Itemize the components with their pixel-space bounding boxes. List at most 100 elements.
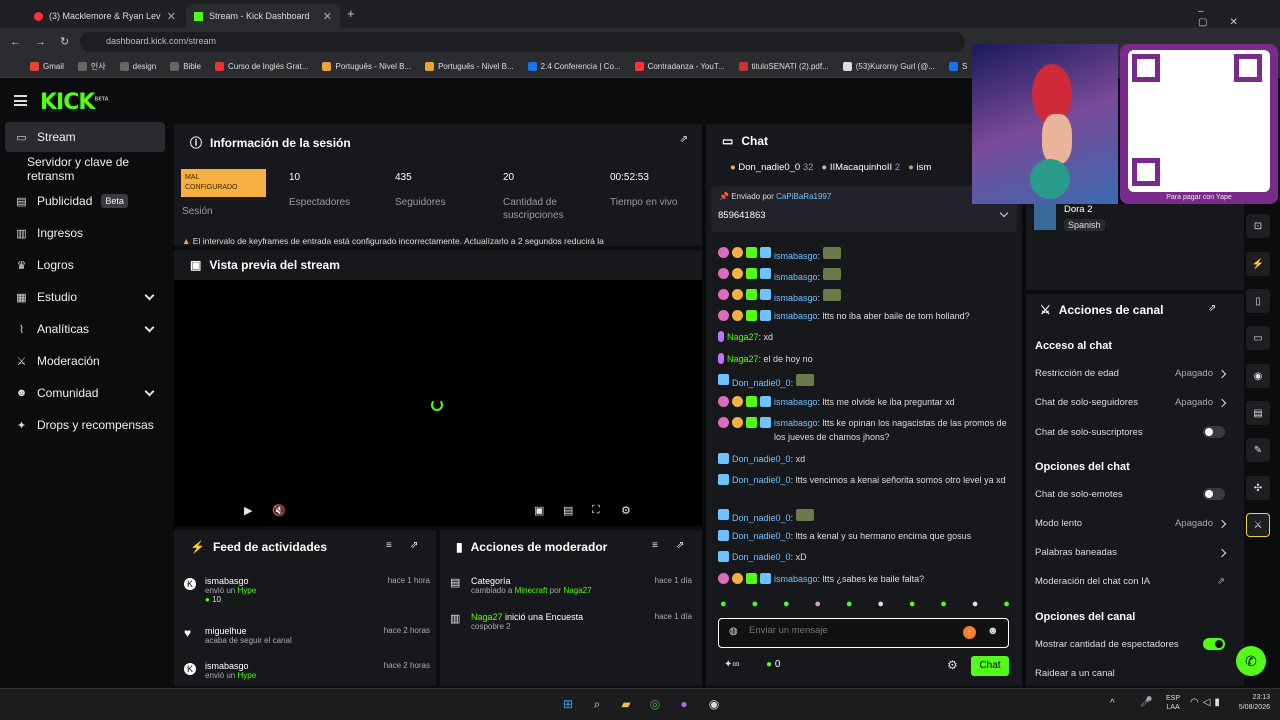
chat-username[interactable]: Don_nadie0_0 xyxy=(732,378,791,388)
chat-username[interactable]: ismabasgo xyxy=(774,293,818,303)
sidebar-item-estudio[interactable]: ▦ Estudio xyxy=(5,282,165,312)
obs-studio-icon[interactable]: ◉ xyxy=(704,694,724,714)
sidebar-item-comunidad[interactable]: ☻ Comunidad xyxy=(5,378,165,408)
settings-icon[interactable]: ⚙ xyxy=(621,504,631,517)
sidebar-item-drops[interactable]: ✦ Drops y recompensas xyxy=(5,410,165,440)
emote-icon[interactable]: ● xyxy=(814,598,821,610)
clock[interactable]: 23:13 5/08/2026 xyxy=(1228,693,1270,713)
banned-words-row[interactable]: Palabras baneadas xyxy=(1035,547,1227,558)
filter-icon[interactable]: ≡ xyxy=(386,540,392,551)
rail-list-icon[interactable]: ▤ xyxy=(1246,401,1270,425)
bookmark-item[interactable]: (53)Kurorny Gurl (@... xyxy=(842,62,935,71)
rail-wrench-icon[interactable]: ✎ xyxy=(1246,438,1270,462)
rail-crop-icon[interactable]: ⊡ xyxy=(1246,214,1270,238)
bookmark-item[interactable]: 2.4 Conferencia | Co... xyxy=(527,62,621,71)
emote-icon[interactable]: ● xyxy=(1003,598,1010,610)
sidebar-item-publicidad[interactable]: ▤ Publicidad Beta xyxy=(5,186,165,216)
menu-icon[interactable] xyxy=(14,95,27,106)
sidebar-item-logros[interactable]: ♛ Logros xyxy=(5,250,165,280)
whatsapp-fab-icon[interactable]: ✆ xyxy=(1236,646,1266,676)
chrome-icon[interactable]: ◎ xyxy=(645,694,665,714)
windows-start-icon[interactable]: ⊞ xyxy=(558,694,578,714)
tray-icons[interactable]: ◠◁▮ xyxy=(1190,697,1224,708)
bookmark-item[interactable]: Contradanza - YouT... xyxy=(634,62,725,71)
search-icon[interactable]: ⌕ xyxy=(587,694,607,714)
chat-username[interactable]: Don_nadie0_0 xyxy=(732,531,791,541)
tab-kick-dashboard[interactable]: Stream - Kick Dashboard ✕ xyxy=(186,4,340,28)
chat-username[interactable]: Don_nadie0_0 xyxy=(732,513,791,523)
mute-icon[interactable]: 🔇 xyxy=(272,504,286,517)
kick-logo[interactable]: KICKBETA xyxy=(40,90,109,115)
sidebar-item-server-key[interactable]: Servidor y clave de retransm xyxy=(5,154,165,184)
rail-broadcast-icon[interactable]: ◉ xyxy=(1246,364,1270,388)
emote-icon[interactable]: ● xyxy=(940,598,947,610)
sidebar-item-ingresos[interactable]: ▥ Ingresos xyxy=(5,218,165,248)
chevron-down-icon[interactable] xyxy=(999,208,1009,218)
chat-username[interactable]: Naga27 xyxy=(727,354,759,364)
emote-icon[interactable]: ● xyxy=(846,598,853,610)
obs-app-icon[interactable]: ● xyxy=(674,694,694,714)
tray-chevron-icon[interactable]: ^ xyxy=(1110,698,1115,709)
emote-icon[interactable]: ● xyxy=(972,598,979,610)
slow-mode-row[interactable]: Modo lento Apagado xyxy=(1035,518,1227,529)
bookmark-item[interactable]: Curso de Inglés Grat... xyxy=(215,62,308,71)
emotes-only-toggle[interactable] xyxy=(1203,488,1225,500)
file-explorer-icon[interactable]: ▰ xyxy=(616,694,636,714)
emoji-icon[interactable]: ☻ xyxy=(987,625,999,637)
followers-only-row[interactable]: Chat de solo-seguidores Apagado xyxy=(1035,397,1227,408)
filter-icon[interactable]: ≡ xyxy=(652,540,658,551)
boost-icon[interactable]: ↑ xyxy=(963,626,976,639)
age-restriction-row[interactable]: Restricción de edad Apagado xyxy=(1035,368,1227,379)
nav-buttons[interactable]: ←→↻ xyxy=(10,35,83,48)
show-viewers-toggle[interactable] xyxy=(1203,638,1225,650)
raid-row[interactable]: Raidear a un canal xyxy=(1035,668,1225,679)
rail-puzzle-icon[interactable]: ✣ xyxy=(1246,476,1270,500)
bookmark-item[interactable]: Português - Nivel B... xyxy=(425,62,514,71)
mic-icon[interactable]: 🎤 xyxy=(1140,697,1152,708)
emote-icon[interactable]: ● xyxy=(877,598,884,610)
pip-icon[interactable]: ▣ xyxy=(534,504,544,517)
bookmark-item[interactable]: Bible xyxy=(170,62,201,71)
emote-icon[interactable]: ● xyxy=(783,598,790,610)
chat-username[interactable]: ismabasgo xyxy=(774,251,818,261)
popout-icon[interactable]: ⇗ xyxy=(410,540,418,551)
sidebar-item-analiticas[interactable]: ⌇ Analíticas xyxy=(5,314,165,344)
rail-doc-icon[interactable]: ▯ xyxy=(1246,289,1270,313)
language-indicator[interactable]: ESP LAA xyxy=(1166,694,1180,712)
close-icon[interactable]: ✕ xyxy=(167,10,176,23)
settings-icon[interactable]: ⚙ xyxy=(947,658,958,672)
tab-youtube[interactable]: (3) Macklemore & Ryan Lev ✕ xyxy=(26,4,184,28)
chat-username[interactable]: Don_nadie0_0 xyxy=(732,475,791,485)
bookmark-item[interactable]: tituloSENATI (2).pdf... xyxy=(738,62,829,71)
bookmark-item[interactable]: S xyxy=(949,62,967,71)
emote-icon[interactable]: ● xyxy=(909,598,916,610)
chat-settings-icon[interactable]: ✦∞ xyxy=(724,659,740,670)
rail-chat-icon[interactable]: ▭ xyxy=(1246,326,1270,350)
subs-only-toggle[interactable] xyxy=(1203,426,1225,438)
theater-icon[interactable]: ▤ xyxy=(563,504,573,517)
bookmark-item[interactable]: design xyxy=(119,62,156,71)
rail-bolt-icon[interactable]: ⚡ xyxy=(1246,252,1270,276)
popout-icon[interactable]: ⇗ xyxy=(1208,303,1216,314)
ai-moderation-row[interactable]: Moderación del chat con IA ⇗ xyxy=(1035,576,1225,587)
chat-username[interactable]: Naga27 xyxy=(727,332,759,342)
rail-sword-icon[interactable]: ⚔ xyxy=(1246,513,1270,537)
chat-username[interactable]: ismabasgo xyxy=(774,272,818,282)
bookmark-item[interactable]: Português - Nivel B... xyxy=(322,62,411,71)
emote-icon[interactable]: ● xyxy=(720,598,727,610)
close-icon[interactable]: ✕ xyxy=(323,10,332,23)
url-input[interactable]: dashboard.kick.com/stream xyxy=(80,32,965,52)
sidebar-item-moderacion[interactable]: ⚔ Moderación xyxy=(5,346,165,376)
bookmark-item[interactable]: 인사 xyxy=(77,61,106,72)
sidebar-item-stream[interactable]: ▭ Stream xyxy=(5,122,165,152)
new-tab-button[interactable]: + xyxy=(347,6,355,21)
send-chat-button[interactable]: Chat xyxy=(971,656,1009,676)
chat-username[interactable]: ismabasgo xyxy=(774,397,818,407)
chat-username[interactable]: Don_nadie0_0 xyxy=(732,454,791,464)
chat-username[interactable]: ismabasgo xyxy=(774,574,818,584)
popout-icon[interactable]: ⇗ xyxy=(676,540,684,551)
play-icon[interactable]: ▶ xyxy=(244,504,252,517)
emote-icon[interactable]: ● xyxy=(751,598,758,610)
chat-username[interactable]: ismabasgo xyxy=(774,418,818,428)
chat-input[interactable] xyxy=(749,625,929,636)
